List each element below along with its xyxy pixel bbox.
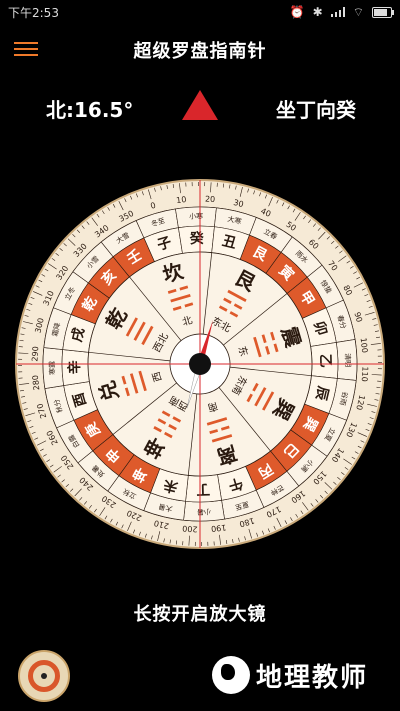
mountain-label: 癸 [188,230,204,247]
wifi-icon: ⌔ [352,4,364,19]
menu-icon [14,42,38,44]
watermark-text: 地理教师 [256,662,369,693]
status-icons: ⏰ ✱ ⌔ [289,4,394,20]
solar-term-label: 小寒 [189,211,203,220]
app-title: 超级罗盘指南针 [133,41,267,62]
luopan-thumbnail-button[interactable] [18,650,70,702]
solar-term-label: 小暑 [197,507,211,516]
mountain-reading: 坐丁向癸 [276,98,356,122]
heading-arrow-icon [182,90,218,120]
magnifier-hint: 长按开启放大镜 [133,604,267,625]
alarm-icon: ⏰ [289,5,305,19]
needle-hub [189,353,211,375]
degree-label: 290 [30,346,40,362]
compass-dial[interactable]: 0 10 20 30 40 50 60 70 80 90 100 110 120 130 140 150 160… [14,178,386,550]
status-time: 下午2:53 [8,5,59,20]
reading-row: 北:16.5° 坐丁向癸 [0,88,400,128]
status-bar: 下午2:53 ⏰ ✱ ⌔ [0,0,400,24]
mountain-label: 丁 [196,481,210,497]
degree-label: 110 [360,366,370,382]
signal-icon [330,7,345,17]
solar-term-label: 清明 [343,353,352,367]
mountain-label: 乙 [317,354,333,368]
menu-icon-line [14,54,38,56]
menu-button[interactable] [14,38,38,60]
heading-reading: 北:16.5° [46,98,134,122]
luopan-thumbnail-dot [41,673,47,679]
app-bar: 超级罗盘指南针 [0,28,400,72]
solar-term-label: 寒露 [47,361,56,375]
degree-label: 280 [31,375,42,391]
globe-icon [212,656,250,694]
mountain-label: 辛 [66,360,83,374]
bluetooth-icon: ✱ [312,5,323,19]
degree-label: 190 [211,523,227,534]
compass-svg: 010 20 30405060708090100110120130140150160… [15,179,385,549]
degree-label: 200 [182,524,198,534]
battery-icon [372,6,394,18]
watermark: 地理教师 [212,656,368,694]
degree-label: 10 [176,195,187,205]
degree-label: 100 [359,337,370,353]
degree-label: 20 [205,195,216,205]
menu-icon-line [14,48,38,50]
